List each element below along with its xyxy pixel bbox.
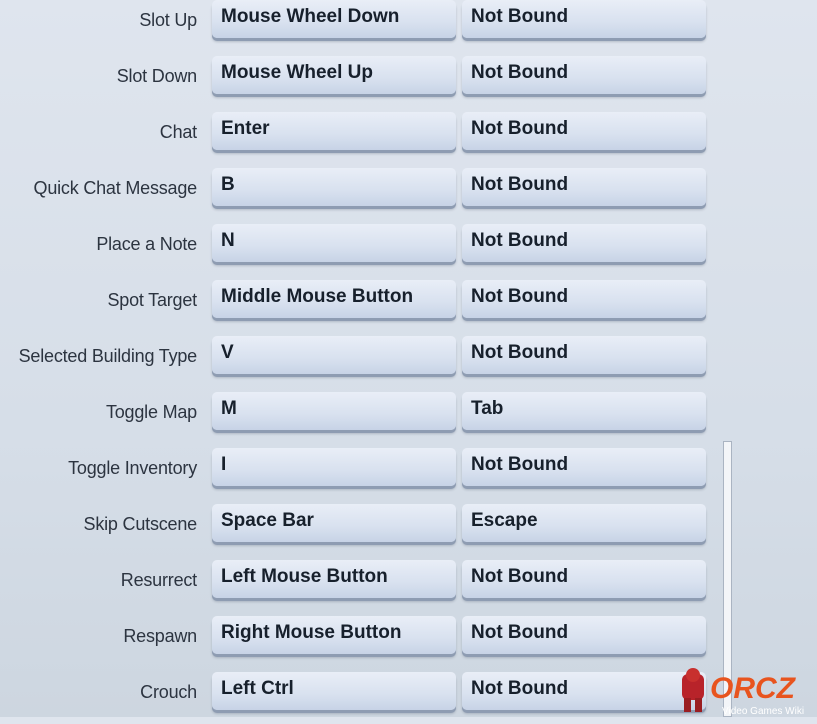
secondary-key-button[interactable]: Not Bound xyxy=(462,448,706,486)
action-label: Chat xyxy=(159,122,197,142)
keybinding-row: Quick Chat Message B Not Bound xyxy=(0,168,720,220)
primary-key-button[interactable]: Right Mouse Button xyxy=(212,616,456,654)
secondary-key-button[interactable]: Not Bound xyxy=(462,560,706,598)
keybinding-row: Chat Enter Not Bound xyxy=(0,112,720,164)
primary-key-button[interactable]: B xyxy=(212,168,456,206)
primary-key-button[interactable]: I xyxy=(212,448,456,486)
keybinding-row: Spot Target Middle Mouse Button Not Boun… xyxy=(0,280,720,332)
action-label: Toggle Map xyxy=(105,402,197,422)
secondary-key-button[interactable]: Not Bound xyxy=(462,56,706,94)
svg-text:ORCZ: ORCZ xyxy=(710,672,797,705)
orcz-watermark-logo: ORCZ Video Games Wiki xyxy=(682,668,804,717)
secondary-key-button[interactable]: Not Bound xyxy=(462,336,706,374)
action-label: Crouch xyxy=(140,682,197,702)
secondary-key-button[interactable]: Not Bound xyxy=(462,280,706,318)
action-label: Selected Building Type xyxy=(18,346,198,366)
action-label: Toggle Inventory xyxy=(68,458,197,478)
primary-key-button[interactable]: M xyxy=(212,392,456,430)
action-label: Skip Cutscene xyxy=(83,514,198,534)
secondary-key-button[interactable]: Not Bound xyxy=(462,112,706,150)
keybinding-row: Toggle Map M Tab xyxy=(0,392,720,444)
primary-key-button[interactable]: Middle Mouse Button xyxy=(212,280,456,318)
keybinding-row: Slot Down Mouse Wheel Up Not Bound xyxy=(0,56,720,108)
keybinding-row: Place a Note N Not Bound xyxy=(0,224,720,276)
action-label: Place a Note xyxy=(96,234,197,254)
secondary-key-button[interactable]: Escape xyxy=(462,504,706,542)
secondary-key-button[interactable]: Not Bound xyxy=(462,0,706,38)
action-label: Respawn xyxy=(123,626,197,646)
secondary-key-button[interactable]: Not Bound xyxy=(462,616,706,654)
primary-key-button[interactable]: V xyxy=(212,336,456,374)
action-label: Spot Target xyxy=(107,290,197,310)
primary-key-button[interactable]: Mouse Wheel Up xyxy=(212,56,456,94)
keybinding-row: Toggle Inventory I Not Bound xyxy=(0,448,720,500)
keybinding-row: Respawn Right Mouse Button Not Bound xyxy=(0,616,720,668)
primary-key-button[interactable]: N xyxy=(212,224,456,262)
secondary-key-button[interactable]: Not Bound xyxy=(462,224,706,262)
keybinding-row: Skip Cutscene Space Bar Escape xyxy=(0,504,720,556)
keybinding-row: Crouch Left Ctrl Not Bound xyxy=(0,672,720,724)
action-label: Slot Up xyxy=(139,10,197,30)
primary-key-button[interactable]: Mouse Wheel Down xyxy=(212,0,456,38)
keybinding-row: Slot Up Mouse Wheel Down Not Bound xyxy=(0,0,720,52)
primary-key-button[interactable]: Enter xyxy=(212,112,456,150)
secondary-key-button[interactable]: Tab xyxy=(462,392,706,430)
action-label: Resurrect xyxy=(120,570,197,590)
primary-key-button[interactable]: Left Ctrl xyxy=(212,672,456,710)
mascot-icon xyxy=(682,668,704,712)
action-label: Quick Chat Message xyxy=(33,178,198,198)
keybinding-row: Resurrect Left Mouse Button Not Bound xyxy=(0,560,720,612)
secondary-key-button[interactable]: Not Bound xyxy=(462,672,706,710)
action-label: Slot Down xyxy=(116,66,197,86)
primary-key-button[interactable]: Space Bar xyxy=(212,504,456,542)
primary-key-button[interactable]: Left Mouse Button xyxy=(212,560,456,598)
svg-text:Video Games Wiki: Video Games Wiki xyxy=(722,706,804,717)
secondary-key-button[interactable]: Not Bound xyxy=(462,168,706,206)
keybinding-row: Selected Building Type V Not Bound xyxy=(0,336,720,388)
